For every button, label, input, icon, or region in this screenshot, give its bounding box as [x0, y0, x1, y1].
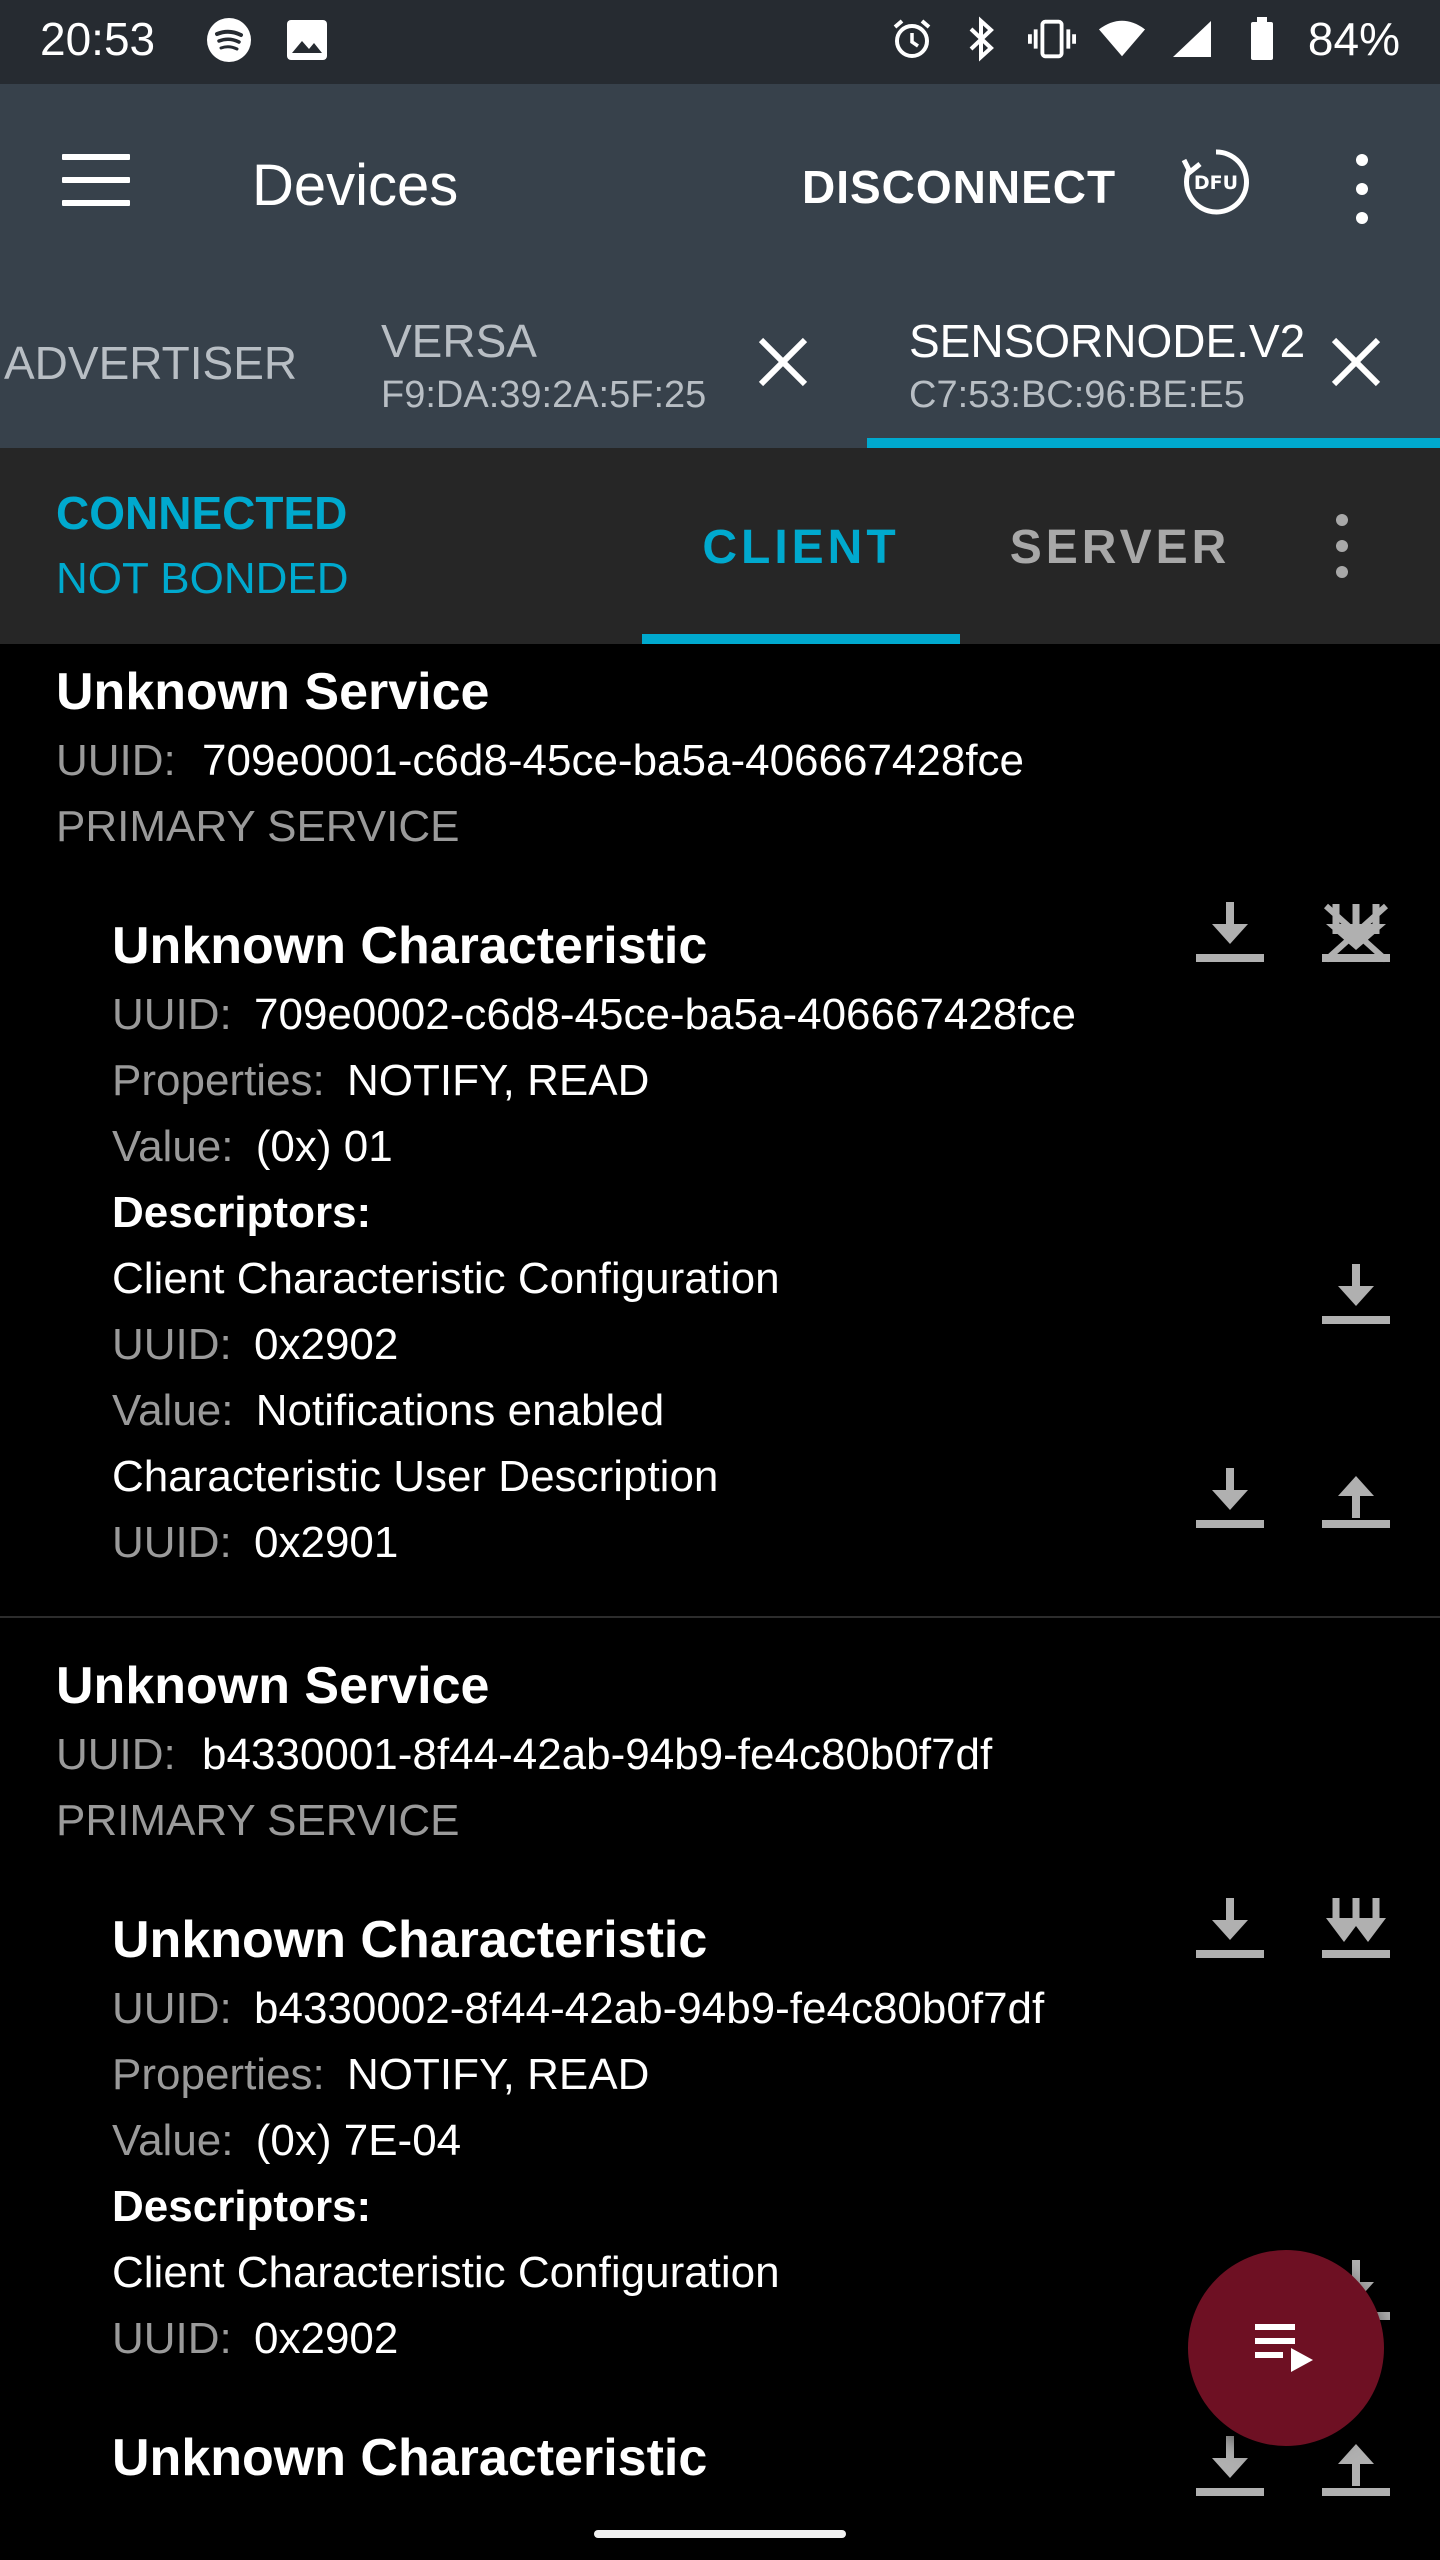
characteristic-title[interactable]: Unknown Characteristic: [112, 2428, 707, 2488]
descriptor-uuid-row: UUID: 0x2902: [112, 2314, 398, 2364]
bluetooth-icon: [958, 15, 1006, 63]
notifications-disable-icon[interactable]: [1316, 894, 1396, 974]
connection-state: CONNECTED: [56, 487, 348, 539]
descriptor-read-icon[interactable]: [1190, 1460, 1270, 1540]
characteristic-uuid: 709e0002-c6d8-45ce-ba5a-406667428fce: [254, 990, 1077, 1039]
device-tabs: ADVERTISER VERSA F9:DA:39:2A:5F:25 SENSO…: [0, 84, 1440, 448]
characteristic-properties: NOTIFY, READ: [347, 2050, 650, 2099]
characteristic-title[interactable]: Unknown Characteristic: [112, 916, 707, 976]
notifications-enable-icon[interactable]: [1316, 1890, 1396, 1970]
characteristic-uuid: b4330002-8f44-42ab-94b9-fe4c80b0f7df: [254, 1984, 1045, 2033]
uuid-label: UUID:: [112, 2314, 232, 2363]
wifi-icon: [1098, 15, 1146, 63]
characteristic-value: (0x) 01: [255, 1122, 393, 1171]
descriptor-read-icon[interactable]: [1316, 1256, 1396, 1336]
uuid-label: UUID:: [112, 1984, 232, 2033]
service-divider: [0, 1616, 1440, 1618]
tab-client-indicator: [642, 634, 960, 644]
battery-icon: [1238, 15, 1286, 63]
properties-label: Properties:: [112, 2050, 325, 2099]
value-label: Value:: [112, 1122, 234, 1171]
value-label: Value:: [112, 1386, 234, 1435]
uuid-label: UUID:: [56, 1730, 176, 1779]
log-fab-button[interactable]: [1188, 2250, 1384, 2446]
uuid-label: UUID:: [112, 990, 232, 1039]
characteristic-properties-row: Properties: NOTIFY, READ: [112, 2050, 649, 2100]
characteristic-properties-row: Properties: NOTIFY, READ: [112, 1056, 649, 1106]
descriptors-heading: Descriptors:: [112, 1188, 372, 1237]
device-tab-sensornode-name[interactable]: SENSORNODE.V2: [909, 314, 1305, 368]
characteristic-uuid-row: UUID: 709e0002-c6d8-45ce-ba5a-406667428f…: [112, 990, 1076, 1040]
device-tab-sensornode-mac: C7:53:BC:96:BE:E5: [909, 374, 1245, 416]
write-icon[interactable]: [1316, 2428, 1396, 2508]
characteristic-uuid-row: UUID: b4330002-8f44-42ab-94b9-fe4c80b0f7…: [112, 1984, 1044, 2034]
gesture-nav-handle[interactable]: [594, 2530, 846, 2538]
descriptor-uuid-row: UUID: 0x2902: [112, 1320, 398, 1370]
descriptor-uuid-row: UUID: 0x2901: [112, 1518, 398, 1568]
connection-bar: CONNECTED NOT BONDED CLIENT SERVER: [0, 448, 1440, 644]
service-title[interactable]: Unknown Service: [56, 662, 489, 722]
device-tab-indicator: [867, 438, 1440, 448]
read-icon[interactable]: [1190, 894, 1270, 974]
descriptor-uuid: 0x2902: [254, 1320, 399, 1369]
status-bar: 20:53 84%: [0, 0, 1440, 84]
descriptor-name[interactable]: Client Characteristic Configuration: [112, 1254, 780, 1304]
descriptor-uuid: 0x2902: [254, 2314, 399, 2363]
descriptor-name[interactable]: Client Characteristic Configuration: [112, 2248, 780, 2298]
device-tab-advertiser[interactable]: ADVERTISER: [4, 336, 297, 390]
read-icon[interactable]: [1190, 1890, 1270, 1970]
descriptor-write-icon[interactable]: [1316, 1460, 1396, 1540]
service-uuid: b4330001-8f44-42ab-94b9-fe4c80b0f7df: [202, 1730, 993, 1779]
descriptor-value: Notifications enabled: [255, 1386, 665, 1435]
service-uuid-row: UUID: b4330001-8f44-42ab-94b9-fe4c80b0f7…: [56, 1730, 992, 1780]
connection-overflow-icon[interactable]: [1330, 514, 1354, 578]
image-icon: [283, 16, 331, 64]
tab-client[interactable]: CLIENT: [642, 448, 960, 644]
tab-client-label: CLIENT: [702, 521, 900, 574]
properties-label: Properties:: [112, 1056, 325, 1105]
device-tab-versa-name[interactable]: VERSA: [381, 314, 537, 368]
characteristic-title[interactable]: Unknown Characteristic: [112, 1910, 707, 1970]
service-uuid-row: UUID: 709e0001-c6d8-45ce-ba5a-406667428f…: [56, 736, 1024, 786]
vibrate-icon: [1027, 15, 1076, 63]
characteristic-value-row: Value: (0x) 01: [112, 1122, 393, 1172]
uuid-label: UUID:: [112, 1320, 232, 1369]
playlist-play-icon: [1255, 2324, 1313, 2372]
descriptor-value-row: Value: Notifications enabled: [112, 1386, 664, 1436]
tab-server[interactable]: SERVER: [980, 520, 1260, 575]
service-uuid: 709e0001-c6d8-45ce-ba5a-406667428fce: [202, 736, 1025, 785]
uuid-label: UUID:: [56, 736, 176, 785]
signal-icon: [1168, 15, 1216, 63]
battery-percent: 84%: [1307, 13, 1400, 65]
device-tab-versa-mac: F9:DA:39:2A:5F:25: [381, 374, 707, 416]
descriptors-heading: Descriptors:: [112, 2182, 372, 2231]
descriptor-name[interactable]: Characteristic User Description: [112, 1452, 718, 1502]
service-type: PRIMARY SERVICE: [56, 802, 460, 851]
characteristic-value: (0x) 7E-04: [255, 2116, 462, 2165]
uuid-label: UUID:: [112, 1518, 232, 1567]
characteristic-value-row: Value: (0x) 7E-04: [112, 2116, 461, 2166]
service-type: PRIMARY SERVICE: [56, 1796, 460, 1845]
value-label: Value:: [112, 2116, 234, 2165]
close-versa-tab-icon[interactable]: [755, 334, 811, 390]
service-title[interactable]: Unknown Service: [56, 1656, 489, 1716]
alarm-icon: [888, 15, 936, 63]
descriptor-uuid: 0x2901: [254, 1518, 399, 1567]
close-sensornode-tab-icon[interactable]: [1328, 334, 1384, 390]
spotify-icon: [205, 16, 253, 64]
bond-state: NOT BONDED: [56, 554, 349, 603]
status-time: 20:53: [40, 13, 156, 65]
characteristic-properties: NOTIFY, READ: [347, 1056, 650, 1105]
